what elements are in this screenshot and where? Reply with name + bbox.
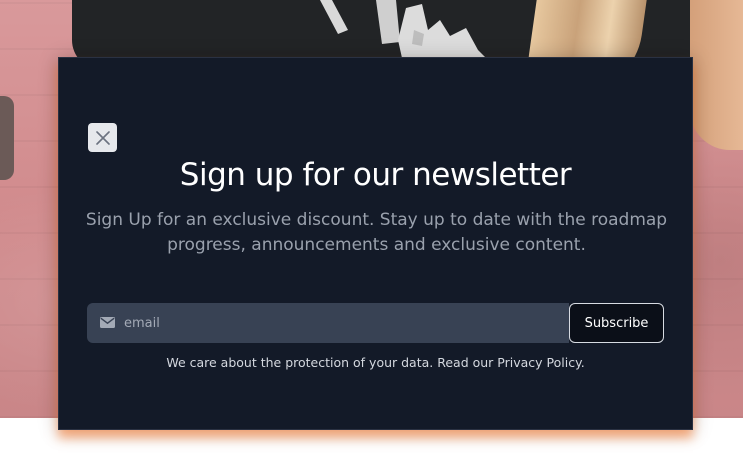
shoulder [690,0,743,150]
close-icon [95,130,110,145]
privacy-suffix: . [580,355,585,370]
email-field-wrapper [87,303,569,343]
modal-title: Sign up for our newsletter [179,157,572,193]
shirt-print-graphic [320,0,486,58]
side-decor [0,96,14,180]
subscribe-button[interactable]: Subscribe [569,303,664,343]
privacy-note: We care about the protection of your dat… [59,355,692,370]
newsletter-modal: Sign up for our newsletter Sign Up for a… [58,57,693,430]
close-button[interactable] [88,123,117,152]
privacy-text: We care about the protection of your dat… [166,355,498,370]
privacy-policy-link[interactable]: Privacy Policy [497,355,580,370]
email-input[interactable] [87,303,569,343]
modal-subtitle: Sign Up for an exclusive discount. Stay … [85,210,668,255]
newsletter-form: Subscribe [87,303,664,343]
